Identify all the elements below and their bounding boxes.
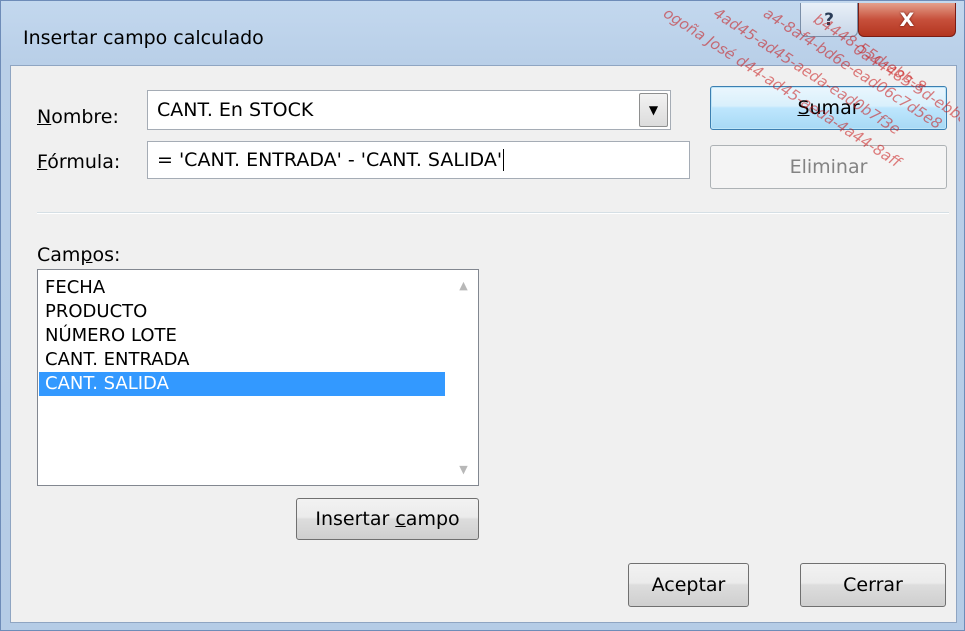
eliminar-button-label: Eliminar [789,156,868,178]
list-item-fecha[interactable]: FECHA [39,276,445,300]
title-bar[interactable]: Insertar campo calculado ? X [1,1,964,65]
close-icon: X [899,8,915,31]
cerrar-button-label: Cerrar [843,574,903,596]
help-icon: ? [824,9,834,30]
dialog-body: Nombre: CANT. En STOCK ▼ Fórmula: = 'CAN… [10,65,957,623]
dialog-title: Insertar campo calculado [23,27,264,49]
sumar-button-label: Sumar [797,97,860,119]
text-caret [503,149,505,171]
eliminar-button[interactable]: Eliminar [710,145,947,189]
close-button[interactable]: X [858,3,956,37]
formula-input[interactable]: = 'CANT. ENTRADA' - 'CANT. SALIDA' [147,141,690,179]
aceptar-button-label: Aceptar [651,574,726,596]
campos-label: Campos: [37,244,121,266]
chevron-down-icon: ▼ [648,103,659,117]
list-item-cant-entrada[interactable]: CANT. ENTRADA [39,348,445,372]
dialog-window: Insertar campo calculado ? X Nombre: CAN… [0,0,965,631]
list-item-cant-salida[interactable]: CANT. SALIDA [39,372,445,396]
nombre-value: CANT. En STOCK [157,99,314,121]
scroll-up-icon[interactable]: ▲ [450,279,477,292]
nombre-combobox[interactable]: CANT. En STOCK ▼ [147,90,671,130]
help-button[interactable]: ? [800,3,858,37]
separator [37,212,949,214]
nombre-dropdown-button[interactable]: ▼ [639,93,668,127]
campos-list: FECHA PRODUCTO NÚMERO LOTE CANT. ENTRADA… [39,276,445,396]
formula-label: Fórmula: [37,151,121,173]
insertar-campo-button[interactable]: Insertar campo [296,498,479,540]
campos-listbox[interactable]: FECHA PRODUCTO NÚMERO LOTE CANT. ENTRADA… [37,269,479,486]
list-item-producto[interactable]: PRODUCTO [39,300,445,324]
cerrar-button[interactable]: Cerrar [800,563,946,607]
insertar-campo-button-label: Insertar campo [315,508,460,530]
list-item-numero-lote[interactable]: NÚMERO LOTE [39,324,445,348]
listbox-scrollbar[interactable]: ▲ ▼ [450,271,477,484]
sumar-button[interactable]: Sumar [710,86,947,130]
scroll-down-icon[interactable]: ▼ [450,463,477,476]
formula-value: = 'CANT. ENTRADA' - 'CANT. SALIDA' [157,149,503,171]
aceptar-button[interactable]: Aceptar [628,563,749,607]
nombre-label: Nombre: [37,106,119,128]
